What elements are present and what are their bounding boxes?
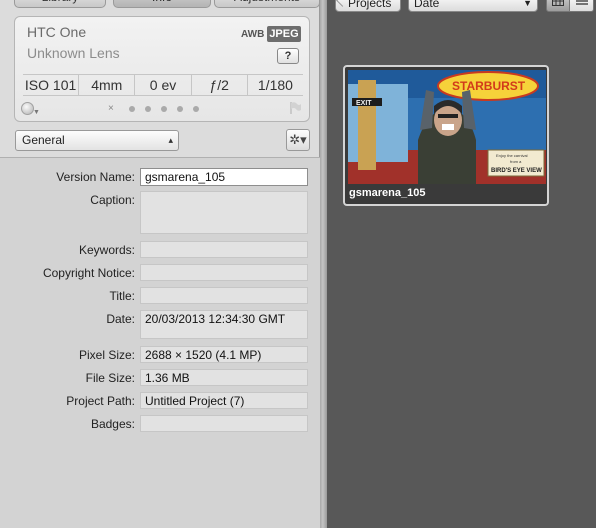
format-badge: JPEG: [267, 26, 301, 42]
color-label-caret-icon: ▼: [33, 109, 40, 116]
camera-model: HTC One: [27, 24, 87, 40]
file-size-label: File Size:: [85, 371, 135, 385]
inspector-panel: Library Info Adjustments HTC One Unknown…: [0, 0, 320, 528]
sort-select[interactable]: Date ▼: [408, 0, 538, 12]
caption-field[interactable]: [140, 191, 308, 234]
metadata-fields: Version Name: gsmarena_105 Caption: Keyw…: [0, 158, 320, 528]
exit-sign-text: EXIT: [356, 100, 372, 107]
tab-info[interactable]: Info: [113, 0, 211, 8]
photo-thumbnail[interactable]: EXIT STARBURST Enjoy the carnival from a…: [343, 65, 549, 206]
sort-select-label: Date: [414, 0, 440, 10]
lens-model: Unknown Lens: [27, 45, 120, 61]
inspector-tabs: Library Info Adjustments: [0, 0, 320, 8]
board-text-3: BIRD'S EYE VIEW: [491, 168, 542, 174]
rating-dot-1[interactable]: [129, 106, 135, 112]
tab-adjustments[interactable]: Adjustments: [214, 0, 320, 8]
chevron-down-icon: ▼: [523, 0, 532, 8]
starburst-sign-text: STARBURST: [452, 79, 526, 93]
pixel-size-field: 2688 × 1520 (4.1 MP): [140, 346, 308, 363]
metadata-view-select[interactable]: General ▴▾: [15, 130, 179, 164]
project-path-field: Untitled Project (7): [140, 392, 308, 409]
gear-icon[interactable]: ✲▾: [286, 129, 310, 151]
projects-button[interactable]: Projects: [335, 0, 401, 12]
date-field[interactable]: 20/03/2013 12:34:30 GMT: [140, 310, 308, 339]
copyright-label: Copyright Notice:: [42, 266, 135, 280]
exif-summary: HTC One Unknown Lens AWB JPEG ? ISO 101 …: [14, 16, 310, 122]
badges-field: [140, 415, 308, 432]
rating-controls: ▼ ×: [15, 99, 311, 121]
rating-dot-4[interactable]: [177, 106, 183, 112]
board-text-1: Enjoy the carnival: [496, 153, 528, 158]
focal-length-value: 4mm: [78, 75, 134, 95]
aperture-value: ƒ/2: [190, 75, 247, 95]
list-view-button[interactable]: [570, 0, 594, 12]
version-name-field[interactable]: gsmarena_105: [140, 168, 308, 186]
badges-label: Badges:: [90, 417, 135, 431]
rating-dot-2[interactable]: [145, 106, 151, 112]
tab-library[interactable]: Library: [14, 0, 106, 8]
awb-badge: AWB: [241, 29, 265, 40]
panel-splitter[interactable]: [320, 0, 327, 528]
version-name-label: Version Name:: [56, 170, 135, 184]
board-text-2: from a: [510, 159, 522, 164]
keywords-label: Keywords:: [78, 243, 135, 257]
metadata-view-label: General: [22, 133, 65, 147]
date-label: Date:: [106, 312, 135, 326]
exposure-bias-value: 0 ev: [134, 75, 190, 95]
pixel-size-label: Pixel Size:: [78, 348, 135, 362]
grid-icon: [552, 0, 564, 6]
photo-browser: Projects Date ▼ EXIT STARBURST Enjoy the…: [327, 0, 596, 528]
photo-image: EXIT STARBURST Enjoy the carnival from a…: [348, 70, 546, 184]
iso-value: ISO 101: [24, 77, 77, 93]
project-path-label: Project Path:: [66, 394, 135, 408]
flag-icon[interactable]: [288, 101, 302, 115]
rating-dot-3[interactable]: [161, 106, 167, 112]
help-button[interactable]: ?: [277, 48, 299, 64]
exif-stats: ISO 101 4mm 0 ev ƒ/2 1/180: [23, 74, 303, 96]
rating-dot-5[interactable]: [193, 106, 199, 112]
keywords-field[interactable]: [140, 241, 308, 258]
grid-view-button[interactable]: [546, 0, 570, 12]
caption-label: Caption:: [90, 193, 135, 207]
shutter-speed-value: 1/180: [246, 75, 303, 95]
aperture-window: Library Info Adjustments HTC One Unknown…: [0, 0, 596, 528]
copyright-field[interactable]: [140, 264, 308, 281]
thumbnail-name: gsmarena_105: [349, 187, 426, 199]
title-label: Title:: [109, 289, 135, 303]
title-field[interactable]: [140, 287, 308, 304]
file-size-field: 1.36 MB: [140, 369, 308, 386]
reject-icon[interactable]: ×: [108, 103, 114, 114]
list-icon: [575, 0, 588, 5]
